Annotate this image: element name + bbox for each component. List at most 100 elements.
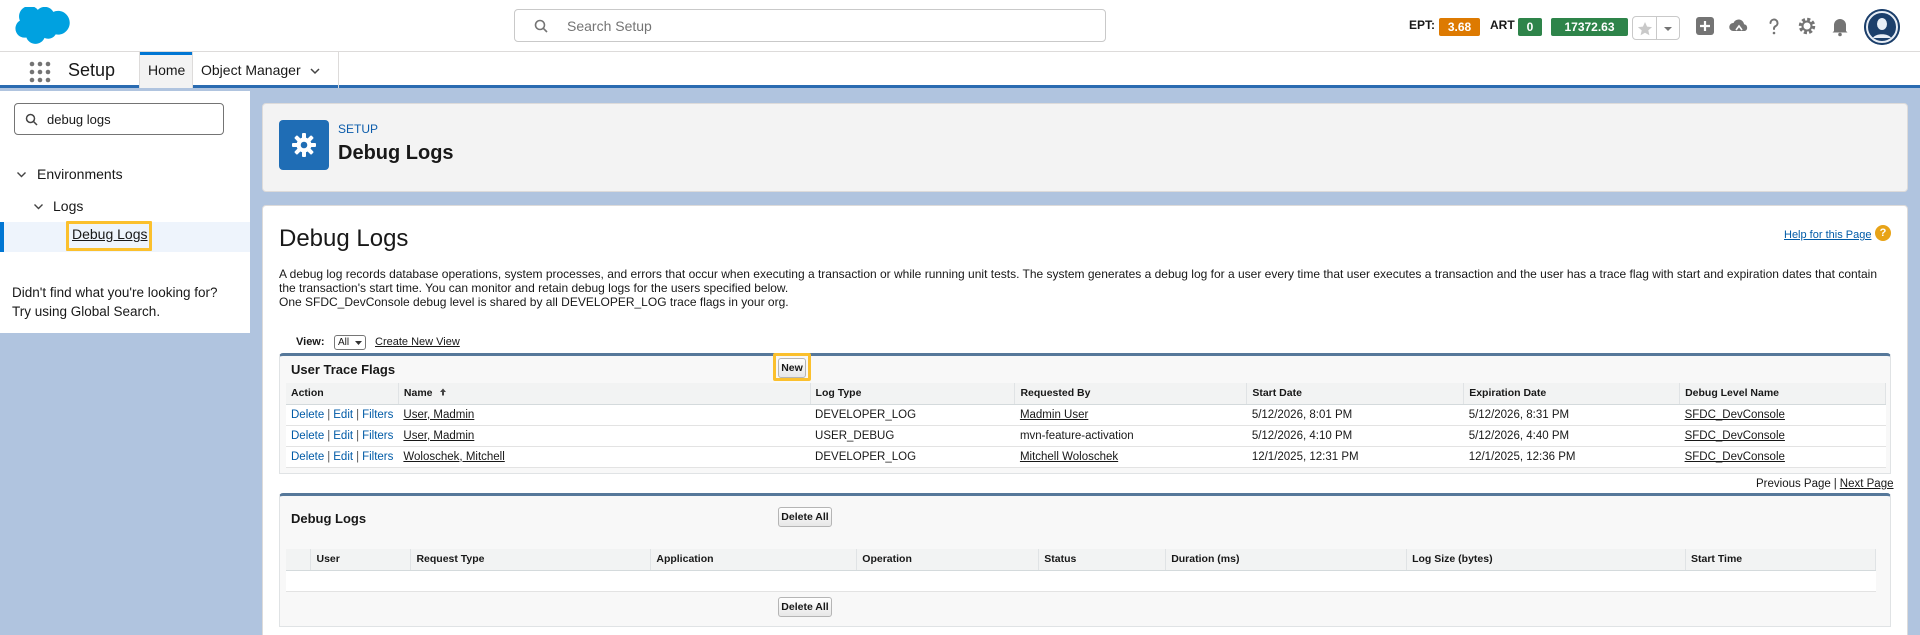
search-setup-input[interactable]: Search Setup: [514, 9, 1106, 42]
app-name: Setup: [68, 60, 116, 80]
chevron-down-icon[interactable]: [1661, 22, 1675, 36]
debug-level-link[interactable]: SFDC_DevConsole: [1685, 451, 1785, 463]
debug-logs-table: User Request Type Application Operation …: [286, 549, 1877, 592]
search-icon: [25, 113, 38, 126]
column-header-sortable[interactable]: Name: [398, 383, 811, 405]
trailhead-icon[interactable]: [1727, 14, 1751, 38]
edit-link[interactable]: Edit: [333, 409, 353, 421]
log-type-cell: DEVELOPER_LOG: [810, 404, 1015, 426]
add-icon[interactable]: [1693, 14, 1717, 38]
chevron-down-icon[interactable]: [16, 169, 27, 180]
name-cell: User, Madmin: [398, 404, 811, 426]
page-header: SETUP Debug Logs: [262, 103, 1908, 192]
chevron-down-icon: [355, 341, 362, 345]
memory-value-badge: 17372.63 KB: [1551, 18, 1628, 52]
debug-level-cell: SFDC_DevConsole: [1679, 425, 1886, 447]
user-trace-flags-block: User Trace Flags New Action Name Log Typ…: [279, 353, 1891, 474]
tab-object-manager[interactable]: Object Manager: [193, 52, 329, 88]
favorites-group: [1632, 16, 1680, 40]
filters-link[interactable]: Filters: [362, 430, 393, 442]
user-avatar[interactable]: [1864, 9, 1900, 45]
debug-level-cell: SFDC_DevConsole: [1679, 404, 1886, 426]
page-description: A debug log records database operations,…: [279, 267, 1897, 309]
debug-logs-list-title: Debug Logs: [291, 511, 367, 526]
delete-link[interactable]: Delete: [291, 430, 324, 442]
content-title: Debug Logs: [279, 225, 409, 252]
requested-by-link[interactable]: Mitchell Woloschek: [1020, 451, 1118, 463]
column-header: Start Time: [1685, 549, 1877, 571]
star-icon[interactable]: [1635, 19, 1655, 39]
tree-item-label[interactable]: Debug Logs: [72, 226, 148, 242]
column-header: Operation: [856, 549, 1040, 571]
delete-link[interactable]: Delete: [291, 451, 324, 463]
chevron-down-icon[interactable]: [33, 201, 44, 212]
edit-link[interactable]: Edit: [333, 430, 353, 442]
log-type-cell: DEVELOPER_LOG: [810, 446, 1015, 468]
search-icon: [534, 19, 548, 33]
next-page-link[interactable]: Next Page: [1840, 478, 1894, 490]
delete-link[interactable]: Delete: [291, 409, 324, 421]
tab-home[interactable]: Home: [140, 52, 192, 88]
column-header-blank: [286, 549, 312, 571]
column-header-label: Name: [403, 387, 433, 400]
column-header: Request Type: [410, 549, 652, 571]
previous-page-link[interactable]: Previous Page: [1756, 478, 1831, 490]
debug-level-link[interactable]: SFDC_DevConsole: [1685, 409, 1785, 421]
column-header: Log Type: [810, 383, 1016, 405]
delete-all-button-top[interactable]: Delete All: [778, 507, 832, 527]
requested-by-cell: Madmin User: [1014, 404, 1247, 426]
setup-sidebar: debug logs Environments Logs Debug Logs …: [0, 91, 250, 333]
new-trace-flag-button[interactable]: New: [778, 358, 806, 378]
table-header-row: User Request Type Application Operation …: [286, 549, 1877, 571]
selected-indicator: [0, 222, 4, 252]
delete-all-button-bottom[interactable]: Delete All: [778, 597, 832, 617]
column-header: Duration (ms): [1165, 549, 1408, 571]
column-header: Expiration Date: [1463, 383, 1681, 405]
gear-icon[interactable]: [1795, 14, 1819, 38]
help-icon[interactable]: ?: [1875, 225, 1891, 241]
tree-item-debug-logs[interactable]: Debug Logs: [0, 221, 250, 252]
chevron-down-icon[interactable]: [309, 65, 321, 77]
column-header: Application: [650, 549, 858, 571]
trace-flags-table: Action Name Log Type Requested By Start …: [286, 383, 1886, 468]
edit-link[interactable]: Edit: [333, 451, 353, 463]
help-for-page-link[interactable]: Help for this Page: [1784, 229, 1871, 241]
user-name-link[interactable]: Woloschek, Mitchell: [403, 451, 504, 463]
requested-by-link[interactable]: Madmin User: [1020, 409, 1088, 421]
table-row: Delete | Edit | Filters User, Madmin DEVELOP…: [286, 404, 1886, 426]
sort-ascending-icon: [439, 388, 446, 396]
context-bar: Setup Home Object Manager: [0, 52, 1920, 88]
requested-by-cell: mvn-feature-activation: [1014, 425, 1247, 447]
column-header: Requested By: [1014, 383, 1248, 405]
filters-link[interactable]: Filters: [362, 451, 393, 463]
page-eyebrow: SETUP: [338, 122, 379, 136]
not-found-message: Didn't find what you're looking for? Try…: [12, 283, 218, 321]
debug-level-link[interactable]: SFDC_DevConsole: [1685, 430, 1785, 442]
tree-item-environments[interactable]: Environments: [0, 159, 250, 189]
log-type-cell: USER_DEBUG: [810, 425, 1015, 447]
quick-find-value: debug logs: [47, 112, 111, 127]
filters-link[interactable]: Filters: [362, 409, 393, 421]
column-header: Debug Level Name: [1679, 383, 1886, 405]
empty-cell: [286, 570, 1876, 592]
action-cell: Delete | Edit | Filters: [286, 446, 399, 468]
view-select[interactable]: All: [334, 335, 366, 350]
user-name-link[interactable]: User, Madmin: [403, 409, 474, 421]
view-select-value: All: [338, 337, 350, 348]
app-launcher-icon[interactable]: [29, 61, 51, 83]
help-icon[interactable]: [1762, 14, 1786, 38]
requested-by-cell: Mitchell Woloschek: [1014, 446, 1247, 468]
action-cell: Delete | Edit | Filters: [286, 404, 399, 426]
start-date-cell: 5/12/2026, 8:01 PM: [1246, 404, 1464, 426]
tree-item-logs[interactable]: Logs: [0, 191, 250, 221]
bell-icon[interactable]: [1828, 14, 1852, 38]
table-header-row: Action Name Log Type Requested By Start …: [286, 383, 1886, 405]
trace-flags-title: User Trace Flags: [291, 362, 396, 377]
salesforce-logo[interactable]: [14, 7, 74, 47]
favorites-divider: [1656, 17, 1657, 39]
column-header: Action: [286, 383, 399, 405]
quick-find-input[interactable]: debug logs: [14, 103, 224, 135]
create-new-view-link[interactable]: Create New View: [375, 336, 460, 348]
user-name-link[interactable]: User, Madmin: [403, 430, 474, 442]
view-label: View:: [296, 336, 325, 348]
